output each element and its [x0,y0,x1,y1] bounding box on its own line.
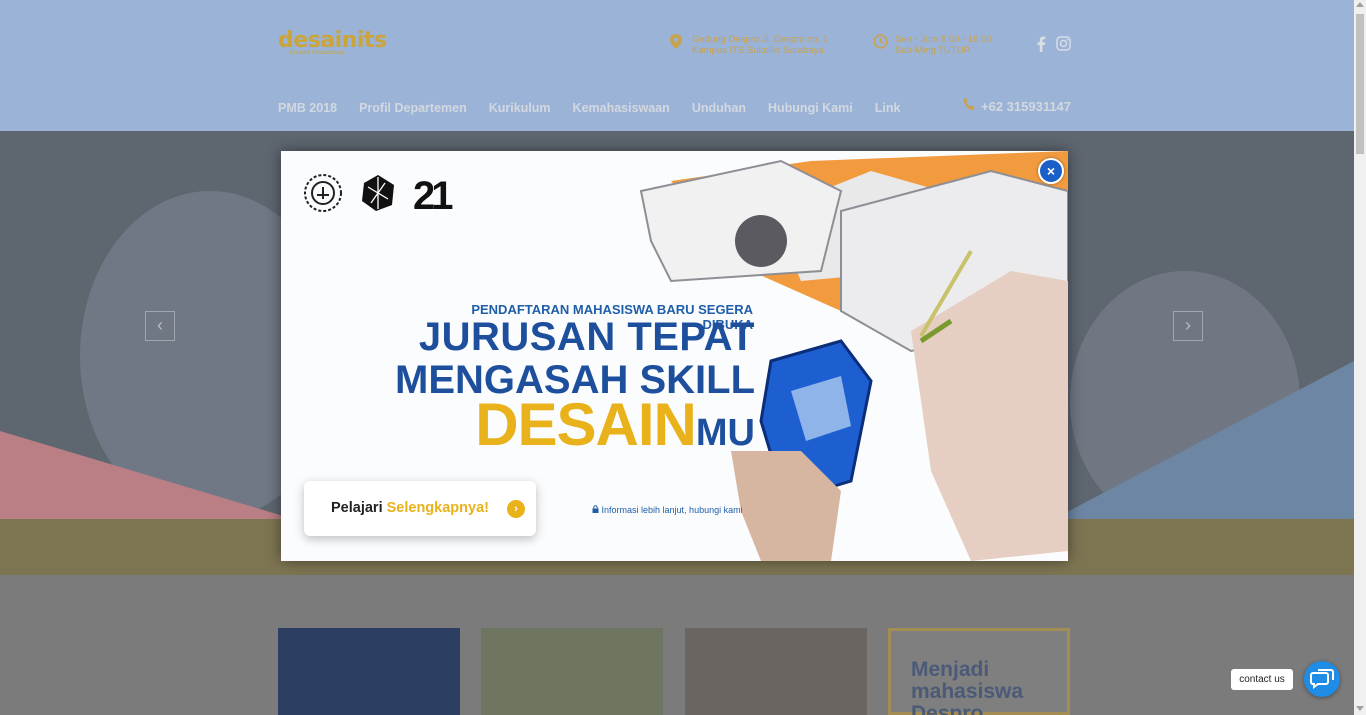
site-header: desainits Industrial Product Design Gedu… [0,0,1354,131]
location-pin-icon [670,34,682,52]
slider-next-button[interactable]: › [1173,311,1203,341]
contact-info-text: Informasi lebih lanjut, hubungi kami [601,505,743,515]
info-card[interactable]: Menjadi mahasiswa Despro [888,628,1070,715]
nav-item-profil-departemen[interactable]: Profil Departemen [359,101,467,115]
nav-item-link[interactable]: Link [875,101,901,115]
contact-us-button[interactable] [1304,661,1340,697]
hero-decor-shape [1050,361,1354,520]
content-section [0,575,1354,715]
phone-number-text: +62 315931147 [981,99,1072,114]
headline-line-3: DESAINMU [341,390,755,476]
headline-mu: MU [695,412,755,454]
slider-prev-button[interactable]: ‹ [145,311,175,341]
hero-decor-shape [0,431,300,520]
logo-text: desainits [278,28,387,53]
news-card-image[interactable] [685,628,867,715]
close-button[interactable]: × [1038,158,1064,184]
headline-line-1: JURUSAN TEPAT [418,315,755,359]
nav-item-pmb-2018[interactable]: PMB 2018 [278,101,337,115]
news-card-image[interactable] [278,628,460,715]
learn-more-label-part2: Selengkapnya! [386,500,489,516]
chevron-right-icon: › [507,500,525,518]
contact-us-label[interactable]: contact us [1231,669,1293,690]
hours-line-2: Sab-Ming TUTUP [895,45,970,56]
promo-modal: 21 PENDAFTARAN MAHASISWA BARU SEGERA DIB… [281,151,1068,561]
anniversary-21-logo: 21 [413,173,453,218]
site-logo[interactable]: desainits Industrial Product Design [278,28,387,57]
instagram-icon[interactable] [1056,36,1071,55]
vertical-scrollbar[interactable] [1354,0,1366,715]
nav-item-kurikulum[interactable]: Kurikulum [489,101,551,115]
its-emblem-icon [303,173,343,218]
lock-icon [592,505,599,515]
scrollbar-thumb[interactable] [1356,14,1364,154]
learn-more-label-part1: Pelajari [331,500,383,516]
hours-info: Sen - Jum 8.00 - 16.00 Sab-Ming TUTUP [873,34,992,56]
nav-item-hubungi-kami[interactable]: Hubungi Kami [768,101,853,115]
chat-icon [1304,669,1340,701]
hours-line-1: Sen - Jum 8.00 - 16.00 [895,34,992,45]
facebook-icon[interactable] [1036,36,1046,56]
nav-item-unduhan[interactable]: Unduhan [692,101,746,115]
scroll-up-arrow-icon[interactable] [1356,2,1364,7]
phone-icon [963,97,975,114]
phone-number[interactable]: +62 315931147 [963,97,1071,114]
address-line-1: Gedung Despro Jl. Despro no. 1 [692,34,829,45]
scroll-down-arrow-icon[interactable] [1356,706,1364,711]
headline-desain: DESAIN [475,391,697,458]
learn-more-label: Pelajari Selengkapnya! [331,500,489,516]
info-card-text: Menjadi mahasiswa Despro [911,658,1024,715]
learn-more-button[interactable]: Pelajari Selengkapnya! › [304,481,536,536]
institution-logos: 21 [303,173,453,218]
address-line-2: Kampus ITS Sukolilo Surabaya. [692,45,827,56]
news-card-image[interactable] [481,628,663,715]
despro-emblem-icon [359,173,397,218]
contact-info-link[interactable]: Informasi lebih lanjut, hubungi kami [592,505,743,515]
address-info: Gedung Despro Jl. Despro no. 1 Kampus IT… [670,34,829,56]
main-nav: PMB 2018 Profil Departemen Kurikulum Kem… [278,101,922,115]
nav-item-kemahasiswaan[interactable]: Kemahasiswaan [573,101,670,115]
clock-icon [873,34,888,52]
